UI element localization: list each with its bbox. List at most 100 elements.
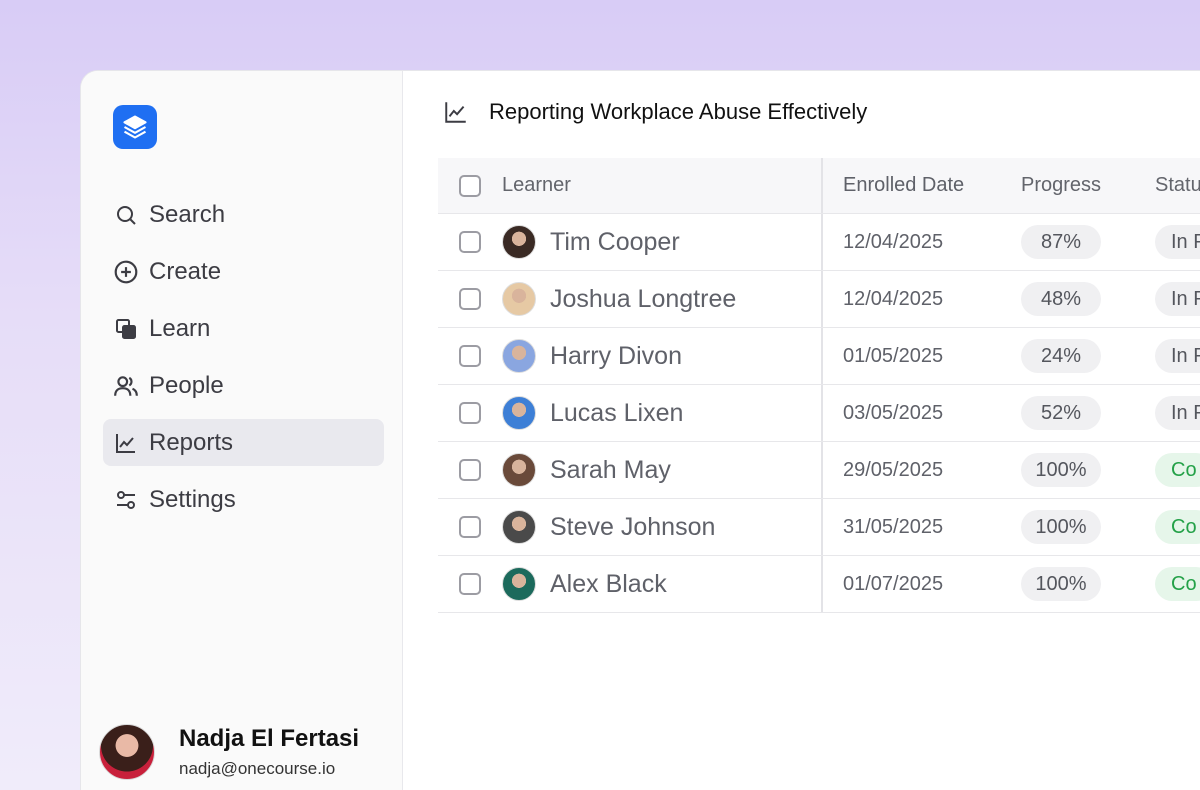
sidebar-item-label: Settings — [149, 485, 236, 513]
enrolled-date: 12/04/2025 — [843, 287, 944, 310]
progress-cell: 87% — [1021, 225, 1101, 259]
sidebar-item-label: Reports — [149, 428, 234, 456]
status-badge: Co — [1155, 453, 1200, 487]
row-checkbox[interactable] — [459, 288, 481, 310]
sidebar-item-search[interactable]: Search — [103, 191, 384, 238]
user-profile[interactable]: Nadja El Fertasi nadja@onecourse.io — [99, 724, 359, 780]
progress-badge: 100% — [1021, 567, 1101, 601]
user-email: nadja@onecourse.io — [179, 759, 336, 778]
progress-badge: 48% — [1021, 282, 1101, 316]
stack-layers-icon — [123, 115, 147, 139]
avatar — [502, 510, 536, 544]
progress-cell: 52% — [1021, 396, 1101, 430]
learner-name[interactable]: Steve Johnson — [550, 513, 715, 542]
sliders-icon — [113, 487, 139, 513]
avatar — [502, 282, 536, 316]
status-cell: Co — [1155, 567, 1200, 601]
table-row[interactable]: Sarah May 29/05/2025 100% Co — [438, 442, 1200, 499]
sidebar-item-settings[interactable]: Settings — [103, 476, 384, 523]
table-row[interactable]: Tim Cooper 12/04/2025 87% In P — [438, 214, 1200, 271]
row-checkbox[interactable] — [459, 231, 481, 253]
avatar — [502, 567, 536, 601]
progress-badge: 100% — [1021, 510, 1101, 544]
enrolled-date: 12/04/2025 — [843, 230, 944, 253]
status-badge: In P — [1155, 282, 1200, 316]
row-checkbox[interactable] — [459, 459, 481, 481]
row-checkbox[interactable] — [459, 345, 481, 367]
select-all-checkbox[interactable] — [459, 174, 481, 197]
sidebar: Search Create Learn People Reports Setti… — [81, 71, 403, 790]
column-header-learner[interactable]: Learner — [502, 174, 571, 197]
table-row[interactable]: Joshua Longtree 12/04/2025 48% In P — [438, 271, 1200, 328]
learner-cell: Alex Black — [502, 567, 667, 601]
progress-cell: 100% — [1021, 567, 1101, 601]
user-info: Nadja El Fertasi nadja@onecourse.io — [179, 725, 359, 779]
table-row[interactable]: Harry Divon 01/05/2025 24% In P — [438, 328, 1200, 385]
learner-cell: Lucas Lixen — [502, 396, 683, 430]
status-cell: In P — [1155, 282, 1200, 316]
learner-name[interactable]: Tim Cooper — [550, 228, 680, 257]
status-badge: Co — [1155, 510, 1200, 544]
progress-cell: 100% — [1021, 510, 1101, 544]
avatar — [99, 724, 155, 780]
column-header-status[interactable]: Statu — [1155, 174, 1200, 197]
page-header: Reporting Workplace Abuse Effectively — [443, 99, 867, 125]
column-divider — [821, 385, 823, 441]
enrolled-date: 03/05/2025 — [843, 401, 944, 424]
row-checkbox[interactable] — [459, 402, 481, 424]
user-name: Nadja El Fertasi — [179, 725, 360, 752]
avatar — [502, 453, 536, 487]
column-divider — [821, 271, 823, 327]
plus-circle-icon — [113, 259, 139, 285]
status-badge: In P — [1155, 225, 1200, 259]
enrolled-date: 29/05/2025 — [843, 458, 944, 481]
learner-name[interactable]: Harry Divon — [550, 342, 682, 371]
enrolled-date: 01/05/2025 — [843, 344, 944, 367]
column-divider[interactable] — [821, 158, 823, 213]
app-logo[interactable] — [113, 105, 157, 149]
layers-copy-icon — [113, 316, 139, 342]
row-checkbox[interactable] — [459, 516, 481, 538]
enrolled-date: 31/05/2025 — [843, 515, 944, 538]
main-content: Reporting Workplace Abuse Effectively Le… — [403, 71, 1200, 790]
learner-cell: Steve Johnson — [502, 510, 715, 544]
learner-name[interactable]: Lucas Lixen — [550, 399, 683, 428]
column-header-progress[interactable]: Progress — [1021, 174, 1101, 197]
learner-cell: Sarah May — [502, 453, 671, 487]
chart-line-icon — [443, 99, 469, 125]
sidebar-item-label: People — [149, 371, 224, 399]
progress-badge: 87% — [1021, 225, 1101, 259]
status-cell: Co — [1155, 510, 1200, 544]
people-icon — [113, 373, 139, 399]
sidebar-item-create[interactable]: Create — [103, 248, 384, 295]
avatar — [502, 339, 536, 373]
column-divider — [821, 442, 823, 498]
page-title: Reporting Workplace Abuse Effectively — [489, 99, 868, 124]
sidebar-item-learn[interactable]: Learn — [103, 305, 384, 352]
learner-cell: Tim Cooper — [502, 225, 680, 259]
learner-name[interactable]: Joshua Longtree — [550, 285, 736, 314]
column-divider — [821, 214, 823, 270]
progress-badge: 24% — [1021, 339, 1101, 373]
table-row[interactable]: Steve Johnson 31/05/2025 100% Co — [438, 499, 1200, 556]
learner-cell: Joshua Longtree — [502, 282, 736, 316]
learner-name[interactable]: Sarah May — [550, 456, 671, 485]
status-cell: In P — [1155, 225, 1200, 259]
learner-cell: Harry Divon — [502, 339, 682, 373]
sidebar-item-reports[interactable]: Reports — [103, 419, 384, 466]
status-cell: In P — [1155, 396, 1200, 430]
column-divider — [821, 556, 823, 612]
progress-cell: 48% — [1021, 282, 1101, 316]
learner-name[interactable]: Alex Black — [550, 570, 667, 599]
sidebar-item-label: Learn — [149, 314, 211, 342]
table-row[interactable]: Lucas Lixen 03/05/2025 52% In P — [438, 385, 1200, 442]
status-cell: Co — [1155, 453, 1200, 487]
table-row[interactable]: Alex Black 01/07/2025 100% Co — [438, 556, 1200, 613]
status-cell: In P — [1155, 339, 1200, 373]
sidebar-item-people[interactable]: People — [103, 362, 384, 409]
sidebar-nav: Search Create Learn People Reports Setti… — [103, 191, 384, 533]
column-header-enrolled-date[interactable]: Enrolled Date — [843, 174, 964, 197]
progress-badge: 100% — [1021, 453, 1101, 487]
avatar — [502, 225, 536, 259]
row-checkbox[interactable] — [459, 573, 481, 595]
